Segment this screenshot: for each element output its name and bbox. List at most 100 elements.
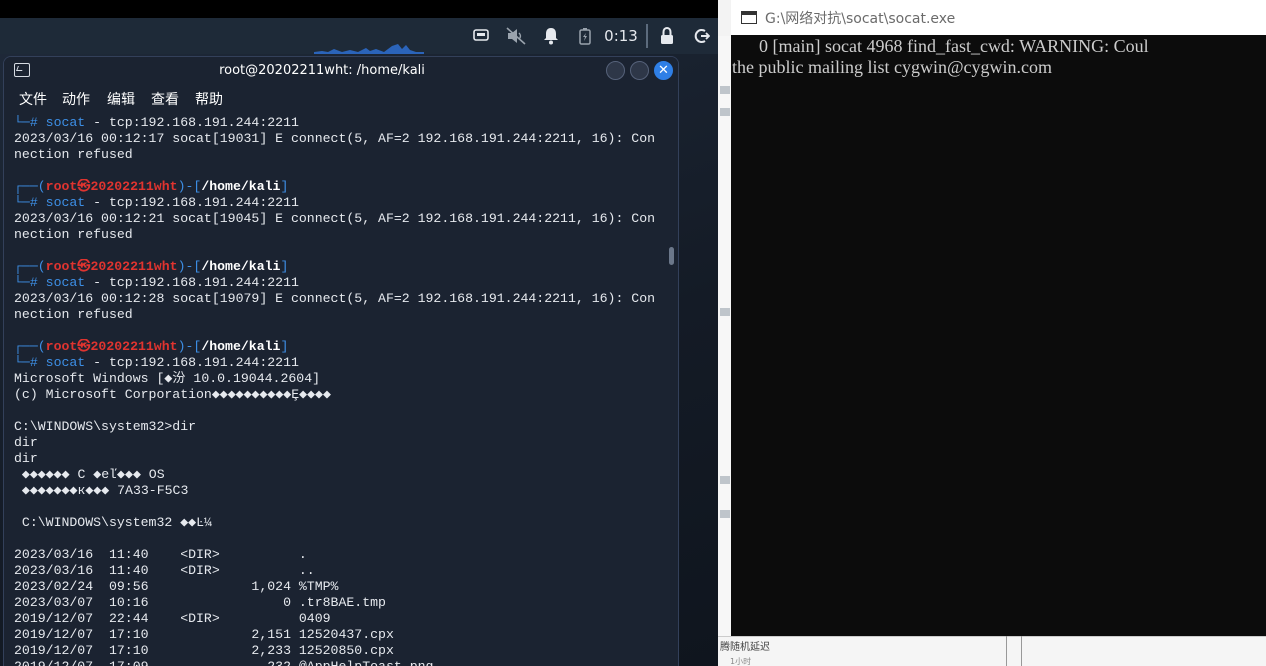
terminal-lines: └─# socat - tcp:192.168.191.244:2211 2023… [14, 115, 670, 666]
terminal-text: └─# [14, 355, 46, 370]
terminal-text: ] [280, 179, 289, 194]
network-icon[interactable] [470, 18, 492, 54]
menu-view[interactable]: 查看 [151, 89, 179, 109]
top-black-strip [0, 0, 718, 18]
terminal-text: 2019/12/07 17:10 2,151 12520437.cpx [14, 627, 394, 642]
background-mark [720, 308, 730, 316]
terminal-line: C:\WINDOWS\system32>dir [14, 419, 670, 435]
terminal-line: ┌──(root㉿20202211wht)-[/home/kali] [14, 259, 670, 275]
terminal-line: 2023/02/24 09:56 1,024 %TMP% [14, 579, 670, 595]
terminal-text: /home/kali [201, 259, 281, 274]
terminal-text: ] [280, 259, 289, 274]
close-button[interactable]: ✕ [654, 61, 673, 80]
menu-edit[interactable]: 编辑 [107, 89, 135, 109]
terminal-text: /home/kali [201, 339, 281, 354]
panel-clock[interactable]: 0:13 [602, 18, 640, 54]
terminal-line: └─# socat - tcp:192.168.191.244:2211 [14, 275, 670, 291]
terminal-text: dir [14, 451, 38, 466]
terminal-line: Microsoft Windows [◆汾 10.0.19044.2604] [14, 371, 670, 387]
windows-console-window[interactable]: G:\网络对抗\socat\socat.exe 0 [main] socat 4… [731, 0, 1266, 636]
background-window-edge [718, 36, 732, 636]
menu-action[interactable]: 动作 [62, 89, 90, 109]
terminal-line: 2019/12/07 17:10 2,151 12520437.cpx [14, 627, 670, 643]
terminal-text: 2019/12/07 17:09 232 @AppHelpToast.png [14, 659, 433, 666]
terminal-line: ┌──(root㉿20202211wht)-[/home/kali] [14, 179, 670, 195]
terminal-line: 2023/03/16 11:40 <DIR> .. [14, 563, 670, 579]
close-icon: ✕ [658, 63, 669, 78]
terminal-scrollbar[interactable] [669, 247, 674, 265]
bell-icon[interactable] [540, 18, 562, 54]
terminal-text: ┌──( [14, 259, 46, 274]
console-output[interactable]: 0 [main] socat 4968 find_fast_cwd: WARNI… [731, 35, 1266, 636]
terminal-text: Microsoft Windows [◆汾 10.0.19044.2604] [14, 371, 321, 386]
terminal-text: 2023/03/07 10:16 0 .tr8BAE.tmp [14, 595, 386, 610]
terminal-line: ◆◆◆◆◆◆ C ◆еľ◆◆◆ OS [14, 467, 670, 483]
terminal-text: socat [45, 195, 86, 210]
terminal-text: C:\WINDOWS\system32 ◆◆Ŀ¼ [14, 515, 212, 530]
background-mark [720, 86, 730, 94]
terminal-line: 2023/03/16 00:12:28 socat[19079] E conne… [14, 291, 670, 307]
terminal-text: )-[ [177, 259, 202, 274]
terminal-text: C:\WINDOWS\system32>dir [14, 419, 197, 434]
console-lines: 0 [main] socat 4968 find_fast_cwd: WARNI… [732, 36, 1149, 78]
terminal-text: ◆◆◆◆◆◆ C ◆еľ◆◆◆ OS [14, 467, 165, 482]
terminal-text: nection refused [14, 147, 133, 162]
console-line: the public mailing list cygwin@cygwin.co… [732, 57, 1053, 77]
terminal-text: 2023/03/16 11:40 <DIR> . [14, 547, 307, 562]
logout-icon[interactable] [690, 18, 714, 54]
console-title: G:\网络对抗\socat\socat.exe [765, 11, 956, 27]
mute-icon[interactable] [505, 18, 527, 54]
terminal-text: )-[ [177, 179, 202, 194]
terminal-line: C:\WINDOWS\system32 ◆◆Ŀ¼ [14, 515, 670, 531]
minimize-button[interactable] [606, 61, 625, 80]
lock-icon[interactable] [656, 18, 678, 54]
terminal-title: root@20202211wht: /home/kali [219, 63, 425, 78]
terminal-line: └─# socat - tcp:192.168.191.244:2211 [14, 355, 670, 371]
kali-terminal-window[interactable]: root@20202211wht: /home/kali ✕ 文件 动作 编辑 … [3, 56, 679, 666]
terminal-text: ◆◆◆◆◆◆◆к◆◆◆ 7A33-F5C3 [14, 483, 189, 498]
terminal-line: ◆◆◆◆◆◆◆к◆◆◆ 7A33-F5C3 [14, 483, 670, 499]
terminal-text: ┌──( [14, 179, 46, 194]
terminal-text: dir [14, 435, 38, 450]
background-mark [720, 510, 730, 518]
terminal-line: ┌──(root㉿20202211wht)-[/home/kali] [14, 339, 670, 355]
background-window-bottom [718, 636, 1266, 666]
battery-icon[interactable] [574, 18, 596, 54]
panel-separator [646, 24, 648, 48]
console-title-bar[interactable]: G:\网络对抗\socat\socat.exe [731, 0, 1266, 35]
menu-file[interactable]: 文件 [19, 89, 47, 109]
terminal-line: 2019/12/07 22:44 <DIR> 0409 [14, 611, 670, 627]
console-line: 0 [main] socat 4968 find_fast_cwd: WARNI… [732, 36, 1149, 56]
terminal-text: )-[ [177, 339, 202, 354]
terminal-line: 2023/03/16 11:40 <DIR> . [14, 547, 670, 563]
menu-help[interactable]: 帮助 [195, 89, 223, 109]
terminal-text: 2023/03/16 00:12:28 socat[19079] E conne… [14, 291, 656, 306]
terminal-line: 2023/03/16 00:12:17 socat[19031] E conne… [14, 131, 670, 147]
terminal-text: 2023/03/16 00:12:17 socat[19031] E conne… [14, 131, 656, 146]
terminal-title-bar[interactable]: root@20202211wht: /home/kali ✕ [4, 57, 678, 85]
terminal-text: └─# [14, 275, 46, 290]
background-sublabel: 1小时 [730, 657, 752, 666]
terminal-line: └─# socat - tcp:192.168.191.244:2211 [14, 195, 670, 211]
terminal-line: nection refused [14, 227, 670, 243]
terminal-text: socat [45, 355, 86, 370]
terminal-menubar: 文件 动作 编辑 查看 帮助 [4, 85, 678, 111]
terminal-text: nection refused [14, 227, 133, 242]
terminal-text: └─# [14, 195, 46, 210]
terminal-output[interactable]: └─# socat - tcp:192.168.191.244:2211 2023… [4, 111, 678, 666]
terminal-text: 2023/02/24 09:56 1,024 %TMP% [14, 579, 339, 594]
terminal-text: - tcp:192.168.191.244:2211 [85, 195, 299, 210]
maximize-button[interactable] [630, 61, 649, 80]
terminal-line: └─# socat - tcp:192.168.191.244:2211 [14, 115, 670, 131]
background-mark [720, 108, 730, 116]
terminal-text: root㉿20202211wht [45, 259, 178, 274]
background-divider [1006, 636, 1022, 666]
background-label: 腾随机延迟 [720, 642, 770, 653]
terminal-text: ┌──( [14, 339, 46, 354]
terminal-line: 2019/12/07 17:09 232 @AppHelpToast.png [14, 659, 670, 666]
terminal-text: /home/kali [201, 179, 281, 194]
